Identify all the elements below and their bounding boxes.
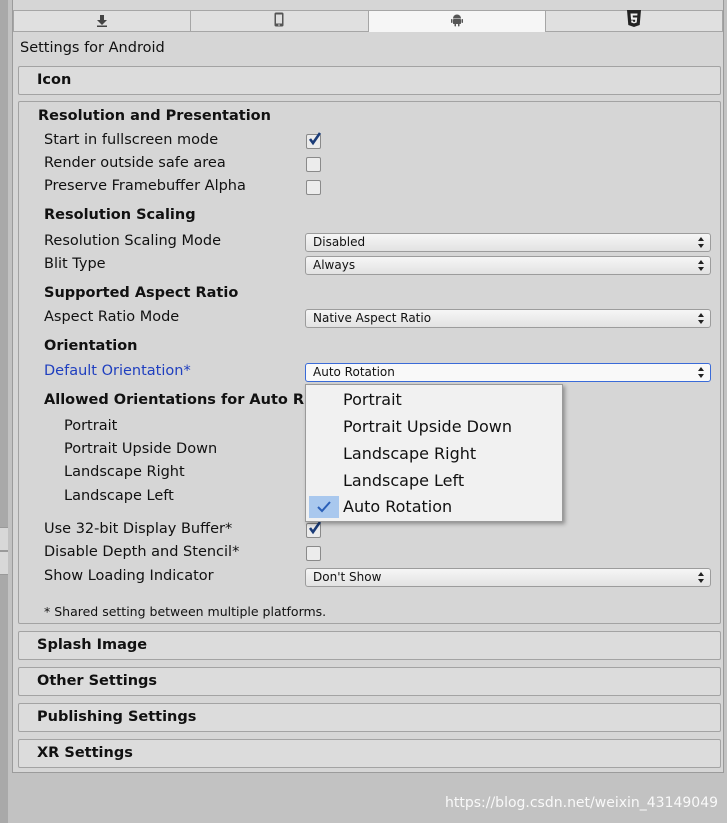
default-orientation-label: Default Orientation* xyxy=(44,363,191,379)
safe-area-checkbox[interactable] xyxy=(306,157,321,172)
icon-foldout[interactable]: Icon xyxy=(18,66,721,95)
depth-stencil-checkbox[interactable] xyxy=(306,546,321,561)
phone-icon xyxy=(274,12,284,31)
blit-type-value: Always xyxy=(313,258,356,272)
strip-nub xyxy=(0,527,8,551)
checkmark-icon xyxy=(308,132,322,146)
other-settings-foldout[interactable]: Other Settings xyxy=(18,667,721,696)
loading-indicator-label: Show Loading Indicator xyxy=(44,568,214,584)
aspect-mode-label: Aspect Ratio Mode xyxy=(44,309,180,325)
aspect-ratio-header: Supported Aspect Ratio xyxy=(44,285,239,301)
blit-type-label: Blit Type xyxy=(44,256,106,272)
tab-standalone[interactable] xyxy=(13,10,192,32)
menu-item-landscape-left[interactable]: Landscape Left xyxy=(306,468,562,494)
tab-webgl[interactable] xyxy=(545,10,723,32)
loading-indicator-dropdown[interactable]: Don't Show xyxy=(305,568,711,587)
allowed-landscape-left-label: Landscape Left xyxy=(64,488,174,504)
updown-arrow-icon xyxy=(698,313,704,324)
publishing-settings-foldout[interactable]: Publishing Settings xyxy=(18,703,721,732)
menu-item-portrait[interactable]: Portrait xyxy=(306,387,562,413)
safe-area-label: Render outside safe area xyxy=(44,155,226,171)
updown-arrow-icon xyxy=(698,237,704,248)
checkmark-icon xyxy=(317,501,331,513)
allowed-orientations-header: Allowed Orientations for Auto R xyxy=(44,392,305,408)
menu-item-landscape-right[interactable]: Landscape Right xyxy=(306,441,562,467)
framebuffer-alpha-label: Preserve Framebuffer Alpha xyxy=(44,178,246,194)
updown-arrow-icon xyxy=(698,572,704,583)
allowed-portrait-upside-down-label: Portrait Upside Down xyxy=(64,441,218,457)
loading-indicator-value: Don't Show xyxy=(313,570,382,584)
updown-arrow-icon xyxy=(698,260,704,271)
fullscreen-label: Start in fullscreen mode xyxy=(44,132,219,148)
menu-item-auto-rotation-label: Auto Rotation xyxy=(343,497,453,516)
allowed-landscape-right-label: Landscape Right xyxy=(64,464,185,480)
resolution-header[interactable]: Resolution and Presentation xyxy=(38,108,271,124)
page-title: Settings for Android xyxy=(20,40,165,56)
android-icon xyxy=(450,12,463,31)
left-strip xyxy=(0,0,8,823)
strip-nub xyxy=(0,551,8,575)
scaling-mode-dropdown[interactable]: Disabled xyxy=(305,233,711,252)
tab-ios[interactable] xyxy=(191,10,369,32)
xr-settings-foldout[interactable]: XR Settings xyxy=(18,739,721,768)
buffer32-checkbox[interactable] xyxy=(306,521,322,538)
orientation-header: Orientation xyxy=(44,338,138,354)
platform-tabs xyxy=(13,10,723,32)
depth-stencil-label: Disable Depth and Stencil* xyxy=(44,544,240,560)
buffer32-label: Use 32-bit Display Buffer* xyxy=(44,521,233,537)
watermark: https://blog.csdn.net/weixin_43149049 xyxy=(445,795,719,811)
scaling-mode-value: Disabled xyxy=(313,235,366,249)
aspect-mode-value: Native Aspect Ratio xyxy=(313,311,432,325)
download-icon xyxy=(96,12,108,31)
allowed-portrait-label: Portrait xyxy=(64,418,118,434)
menu-item-auto-rotation[interactable]: Auto Rotation xyxy=(306,494,562,520)
framebuffer-alpha-checkbox[interactable] xyxy=(306,180,321,195)
updown-arrow-icon xyxy=(698,367,704,378)
aspect-mode-dropdown[interactable]: Native Aspect Ratio xyxy=(305,309,711,328)
menu-item-portrait-upside-down[interactable]: Portrait Upside Down xyxy=(306,414,562,440)
default-orientation-dropdown[interactable]: Auto Rotation xyxy=(305,363,711,382)
selected-indicator xyxy=(309,496,339,518)
shared-setting-footnote: * Shared setting between multiple platfo… xyxy=(44,604,327,619)
fullscreen-checkbox[interactable] xyxy=(306,132,322,149)
html5-icon xyxy=(626,10,642,32)
splash-image-foldout[interactable]: Splash Image xyxy=(18,631,721,660)
checkmark-icon xyxy=(308,521,322,535)
default-orientation-value: Auto Rotation xyxy=(313,365,395,379)
resolution-scaling-header: Resolution Scaling xyxy=(44,207,196,223)
blit-type-dropdown[interactable]: Always xyxy=(305,256,711,275)
scaling-mode-label: Resolution Scaling Mode xyxy=(44,233,222,249)
orientation-popup-menu: Portrait Portrait Upside Down Landscape … xyxy=(305,384,563,522)
tab-android[interactable] xyxy=(368,10,546,32)
